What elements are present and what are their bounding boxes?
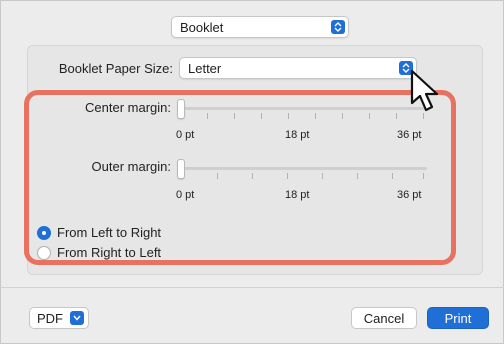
mouse-pointer-icon [410,69,439,112]
print-dialog: Booklet Booklet Paper Size: Letter Cente… [0,0,504,344]
paper-size-label: Booklet Paper Size: [58,61,173,76]
pdf-button-label: PDF [37,310,63,326]
updown-chevron-icon [331,20,345,34]
print-button-label: Print [444,310,472,326]
section-select-label: Booklet [180,19,224,35]
pdf-menu-button[interactable]: PDF [29,307,89,329]
print-button[interactable]: Print [427,307,489,329]
chevron-down-icon [70,311,84,325]
highlight-box [24,90,456,265]
paper-size-select[interactable]: Letter [179,57,417,79]
cancel-button-label: Cancel [363,310,405,326]
paper-size-value: Letter [188,60,222,76]
section-select[interactable]: Booklet [171,16,349,38]
footer-divider [1,287,504,288]
cancel-button[interactable]: Cancel [351,307,417,329]
